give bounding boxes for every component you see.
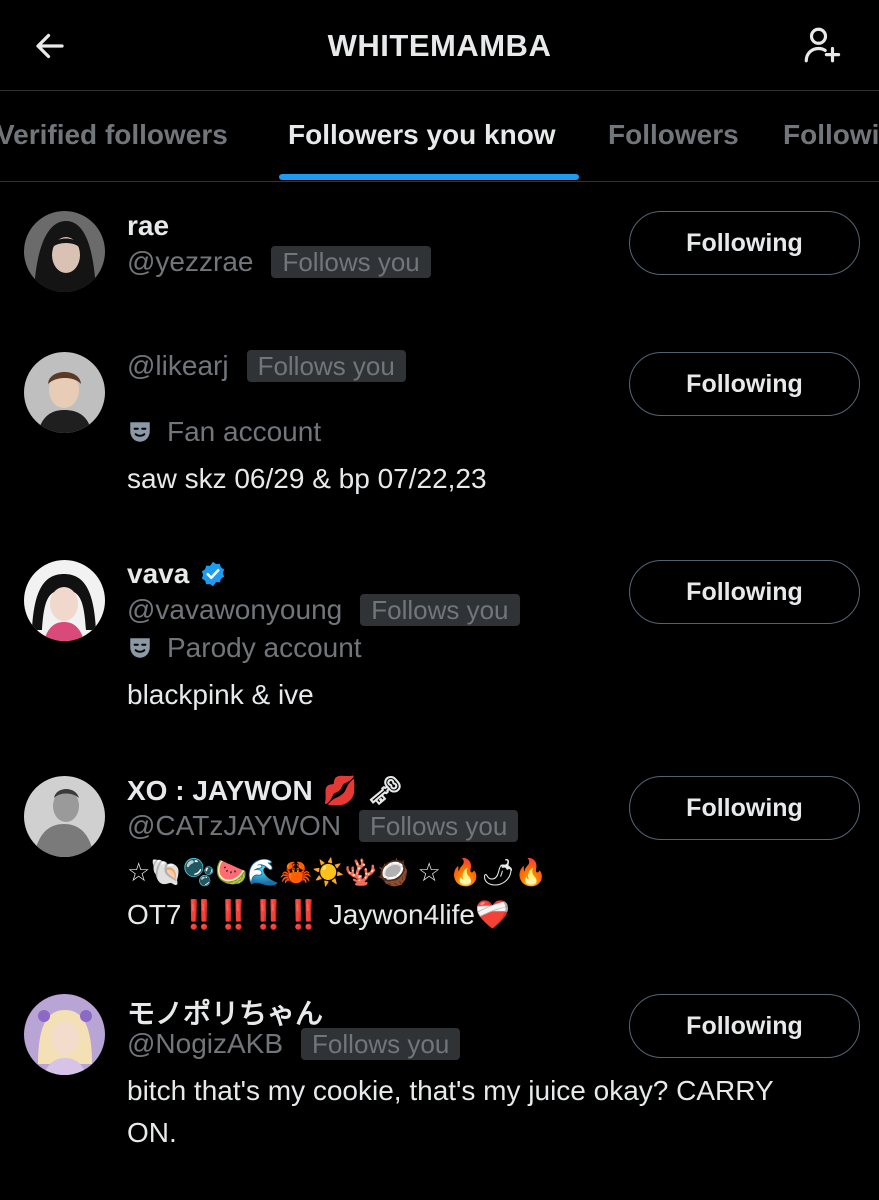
- active-tab-indicator: [279, 174, 579, 180]
- avatar[interactable]: [24, 352, 105, 433]
- account-label: Fan account: [167, 416, 322, 447]
- following-button[interactable]: Following: [629, 776, 860, 840]
- theater-mask-icon: [130, 422, 150, 442]
- following-button[interactable]: Following: [629, 560, 860, 624]
- user-bio-line-2: OT7‼️‼️‼️‼️ Jaywon4life❤️‍🩹: [127, 899, 510, 930]
- tab-followers[interactable]: Followers: [608, 119, 739, 151]
- user-bio: ☆🐚🫧🍉🌊🦀☀️🪸🥥 ☆ 🔥🌶🔥: [127, 858, 547, 888]
- user-handle: @NogizAKB: [127, 1028, 284, 1059]
- verified-badge-icon: [202, 561, 225, 587]
- follows-you-badge: Follows you: [246, 350, 406, 382]
- following-button[interactable]: Following: [629, 352, 860, 416]
- avatar[interactable]: [24, 994, 105, 1075]
- follows-you-badge: Follows you: [359, 810, 519, 842]
- user-handle: @CATzJAYWON: [127, 810, 342, 841]
- tab-following[interactable]: Following: [783, 119, 879, 151]
- avatar[interactable]: [24, 560, 105, 641]
- following-button[interactable]: Following: [629, 994, 860, 1058]
- top-bar: WHITEMAMBA: [0, 0, 879, 91]
- account-label: Parody account: [167, 632, 362, 663]
- user-row[interactable]: XO : JAYWON 💋 🗝 @CATzJAYWON Follows you …: [0, 764, 879, 944]
- add-user-button[interactable]: [797, 20, 847, 70]
- display-name: rae: [127, 210, 170, 241]
- tab-bar: Verified followers Followers you know Fo…: [0, 91, 879, 182]
- follows-you-badge: Follows you: [301, 1028, 461, 1060]
- user-handle: @likearj: [127, 350, 229, 381]
- user-row[interactable]: vava @vavawonyoung Follows you Parody ac…: [0, 548, 879, 718]
- tab-followers-you-know[interactable]: Followers you know: [288, 119, 556, 151]
- user-bio: blackpink & ive: [127, 679, 314, 710]
- page-title: WHITEMAMBA: [327, 28, 552, 63]
- display-name: XO : JAYWON: [127, 774, 313, 806]
- following-button[interactable]: Following: [629, 211, 860, 275]
- name-emoji: 💋 🗝: [322, 774, 403, 807]
- user-row[interactable]: @likearj Follows you Fan account saw skz…: [0, 340, 879, 510]
- user-row[interactable]: rae @yezzrae Follows you Following: [0, 200, 879, 310]
- user-handle: @vavawonyoung: [127, 594, 343, 625]
- display-name: モノポリちゃん: [127, 997, 324, 1030]
- user-bio: saw skz 06/29 & bp 07/22,23: [127, 463, 487, 494]
- theater-mask-icon: [130, 638, 150, 658]
- tab-verified-followers[interactable]: Verified followers: [0, 119, 228, 151]
- follows-you-badge: Follows you: [271, 246, 431, 278]
- display-name: vava: [127, 558, 190, 589]
- follows-you-badge: Follows you: [360, 594, 520, 626]
- avatar[interactable]: [24, 776, 105, 857]
- avatar[interactable]: [24, 211, 105, 292]
- user-row[interactable]: モノポリちゃん @NogizAKB Follows you bitch that…: [0, 982, 879, 1162]
- user-handle: @yezzrae: [127, 246, 254, 277]
- user-bio: bitch that's my cookie, that's my juice …: [127, 1075, 774, 1106]
- add-user-icon: [804, 27, 841, 63]
- user-bio-line-2: ON.: [127, 1117, 177, 1148]
